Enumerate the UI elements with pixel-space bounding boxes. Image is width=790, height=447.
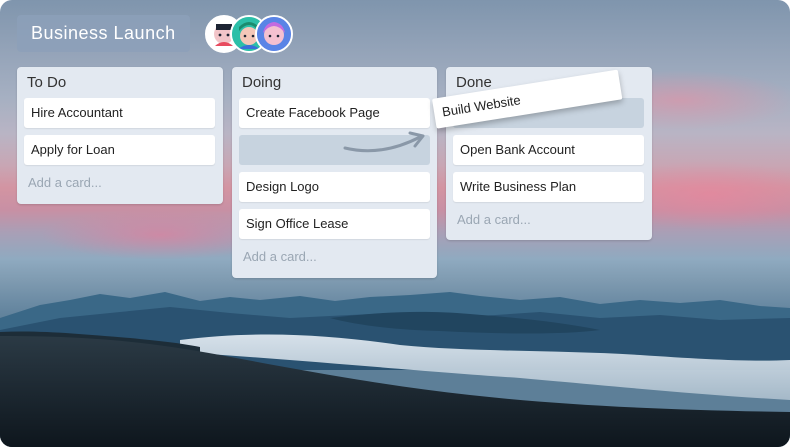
board-title[interactable]: Business Launch [17,15,190,52]
drag-arrow-icon [343,131,425,153]
card-create-facebook-page[interactable]: Create Facebook Page [239,98,430,128]
card-open-bank-account[interactable]: Open Bank Account [453,135,644,165]
list-title: To Do [27,74,67,91]
add-card-link[interactable]: Add a card... [457,212,531,227]
list-todo: To Do Hire Accountant Apply for Loan Add… [17,67,223,204]
member-3-avatar[interactable] [255,15,293,53]
add-card-link[interactable]: Add a card... [243,249,317,264]
person-icon [257,17,291,51]
card-write-business-plan[interactable]: Write Business Plan [453,172,644,202]
card-sign-office-lease[interactable]: Sign Office Lease [239,209,430,239]
card-apply-for-loan[interactable]: Apply for Loan [24,135,215,165]
list-doing: Doing Create Facebook Page Design Logo S… [232,67,437,278]
list-title: Doing [242,74,282,91]
add-card-link[interactable]: Add a card... [28,175,102,190]
card-design-logo[interactable]: Design Logo [239,172,430,202]
list-title: Done [456,74,492,91]
board-background: Business Launch To Do Hire Accountant Ap… [0,0,790,447]
card-hire-accountant[interactable]: Hire Accountant [24,98,215,128]
